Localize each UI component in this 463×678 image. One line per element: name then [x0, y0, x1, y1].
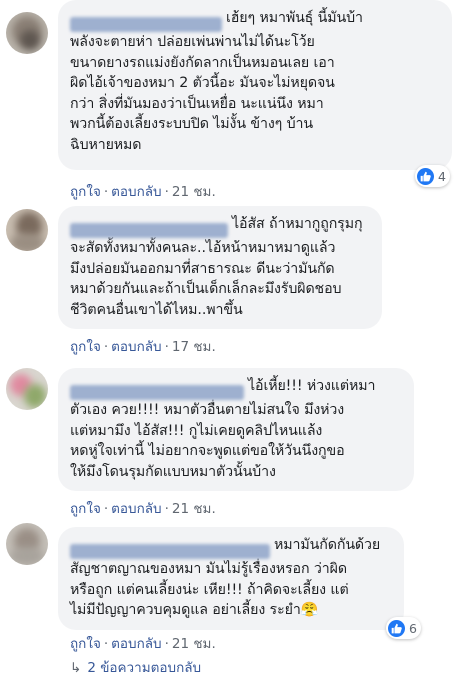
like-link[interactable]: ถูกใจ [70, 636, 101, 652]
comment-text-line: ไอ้สัส ถ้าหมากูถูกรุมกุ [232, 216, 363, 232]
reaction-number: 6 [409, 620, 417, 636]
comment-text-line: แต่หมามึง ไอ้สัส!!! กูไม่เคยดูคลิปไหนแล้… [70, 422, 323, 439]
comment-text-line: มึงปล่อยมันออกมาที่สาธารณะ ดีนะว่ามันกัด [70, 260, 335, 277]
timestamp[interactable]: 21 ชม. [172, 184, 216, 200]
comment-text-line: ไอ้เหี้ย!!! ห่วงแต่หมา [248, 378, 376, 394]
thumbs-up-icon [417, 167, 434, 185]
avatar[interactable] [6, 12, 48, 54]
comment-text-line: หรือถูก แต่คนเลี้ยงน่ะ เหีย!!! ถ้าคิดจะเ… [70, 581, 349, 598]
comment-text-line: ชีวิตคนอื่นเขาได้ไหม..พาขึ้น [70, 301, 243, 318]
commenter-name[interactable]: . [70, 223, 228, 238]
reply-link[interactable]: ตอบกลับ [111, 636, 161, 652]
reply-link[interactable]: ตอบกลับ [111, 501, 161, 517]
comment-actions: ถูกใจ · ตอบกลับ · 21 ชม. [70, 501, 216, 517]
comment-text-line: ฉิบหายหมด [70, 136, 142, 153]
comment-text-line: หมามันกัดกันด้วย [274, 537, 381, 553]
view-replies-link[interactable]: ↳ 2 ข้อความตอบกลับ [70, 656, 201, 678]
reaction-count[interactable]: 6 [386, 617, 421, 639]
comment-text-line: ผิดไอ้เจ้าของหมา 2 ตัวนี้อะ มันจะไม่หยุด… [70, 75, 335, 91]
comment-text-line: พวกนี้ต้องเลี้ยงระบบปิด ไม่งั้น ข้างๆ บ้… [70, 116, 313, 132]
comment-text-line: ให้มึงโดนรุมกัดแบบหมาตัวนั้นบ้าง [70, 463, 276, 480]
reaction-count[interactable]: 4 [415, 165, 450, 187]
commenter-name[interactable]: . [70, 17, 222, 32]
comment-text-line: กว่า สิ่งที่มันมองว่าเป็นเหยื่อ นะแน่นึง… [70, 95, 324, 112]
comment-text-line: หดหู่ใจเท่านี้ ไม่อยากจะพูดแต่ขอให้วันนึ… [70, 443, 345, 459]
comment-bubble: . เฮ้ยๆ หมาพันธุ์ นี้มันบ้า พลังจะตายห่า … [58, 0, 452, 170]
timestamp[interactable]: 17 ชม. [172, 339, 216, 355]
comment-text-line: ขนาดยางรถแม่งยังกัดลากเป็นหมอนเลย เอา [70, 54, 335, 71]
comment-bubble: . หมามันกัดกันด้วย สัญชาตญาณของหมา มันไม่… [58, 527, 404, 630]
timestamp[interactable]: 21 ชม. [172, 636, 216, 652]
comment-text-line: หมาด้วยกันและถ้าเป็นเด็กเล็กละมึงรับผิดช… [70, 281, 342, 297]
comment-text-line: จะสัดทั้งหมาทั้งคนละ..ไอ้หน้าหมาหมาดูแล้… [70, 240, 336, 256]
comment-text-line: พลังจะตายห่า ปล่อยเพ่นพ่านไม่ได้นะโว้ย [70, 34, 315, 50]
comment-text-line: เฮ้ยๆ หมาพันธุ์ นี้มันบ้า [226, 10, 363, 26]
commenter-name[interactable]: . [70, 544, 270, 559]
like-link[interactable]: ถูกใจ [70, 339, 101, 355]
like-link[interactable]: ถูกใจ [70, 184, 101, 200]
comment-bubble: . ไอ้เหี้ย!!! ห่วงแต่หมา ตัวเอง ควย!!!! ห… [58, 368, 414, 491]
avatar[interactable] [6, 209, 48, 251]
comment-text-line: ตัวเอง ควย!!!! หมาตัวอื่นตายไม่สนใจ มึงห… [70, 402, 345, 418]
reaction-number: 4 [438, 168, 446, 184]
like-link[interactable]: ถูกใจ [70, 501, 101, 517]
comment-actions: ถูกใจ · ตอบกลับ · 21 ชม. [70, 636, 216, 652]
comment-actions: ถูกใจ · ตอบกลับ · 21 ชม. [70, 184, 216, 200]
avatar[interactable] [6, 368, 48, 410]
comment-actions: ถูกใจ · ตอบกลับ · 17 ชม. [70, 339, 216, 355]
comment-text-line: สัญชาตญาณของหมา มันไม่รู้เรื่องหรอก ว่าผ… [70, 561, 347, 577]
reply-link[interactable]: ตอบกลับ [111, 184, 161, 200]
reply-link[interactable]: ตอบกลับ [111, 339, 161, 355]
comment-bubble: . ไอ้สัส ถ้าหมากูถูกรุมกุ จะสัดทั้งหมาทั้… [58, 206, 382, 329]
avatar[interactable] [6, 523, 48, 565]
timestamp[interactable]: 21 ชม. [172, 501, 216, 517]
commenter-name[interactable]: . [70, 385, 244, 400]
comment-text-line: ไม่มีปัญญาควบคุมดูแล อย่าเลี้ยง ระยำ😤 [70, 602, 319, 618]
thumbs-up-icon [388, 619, 405, 637]
